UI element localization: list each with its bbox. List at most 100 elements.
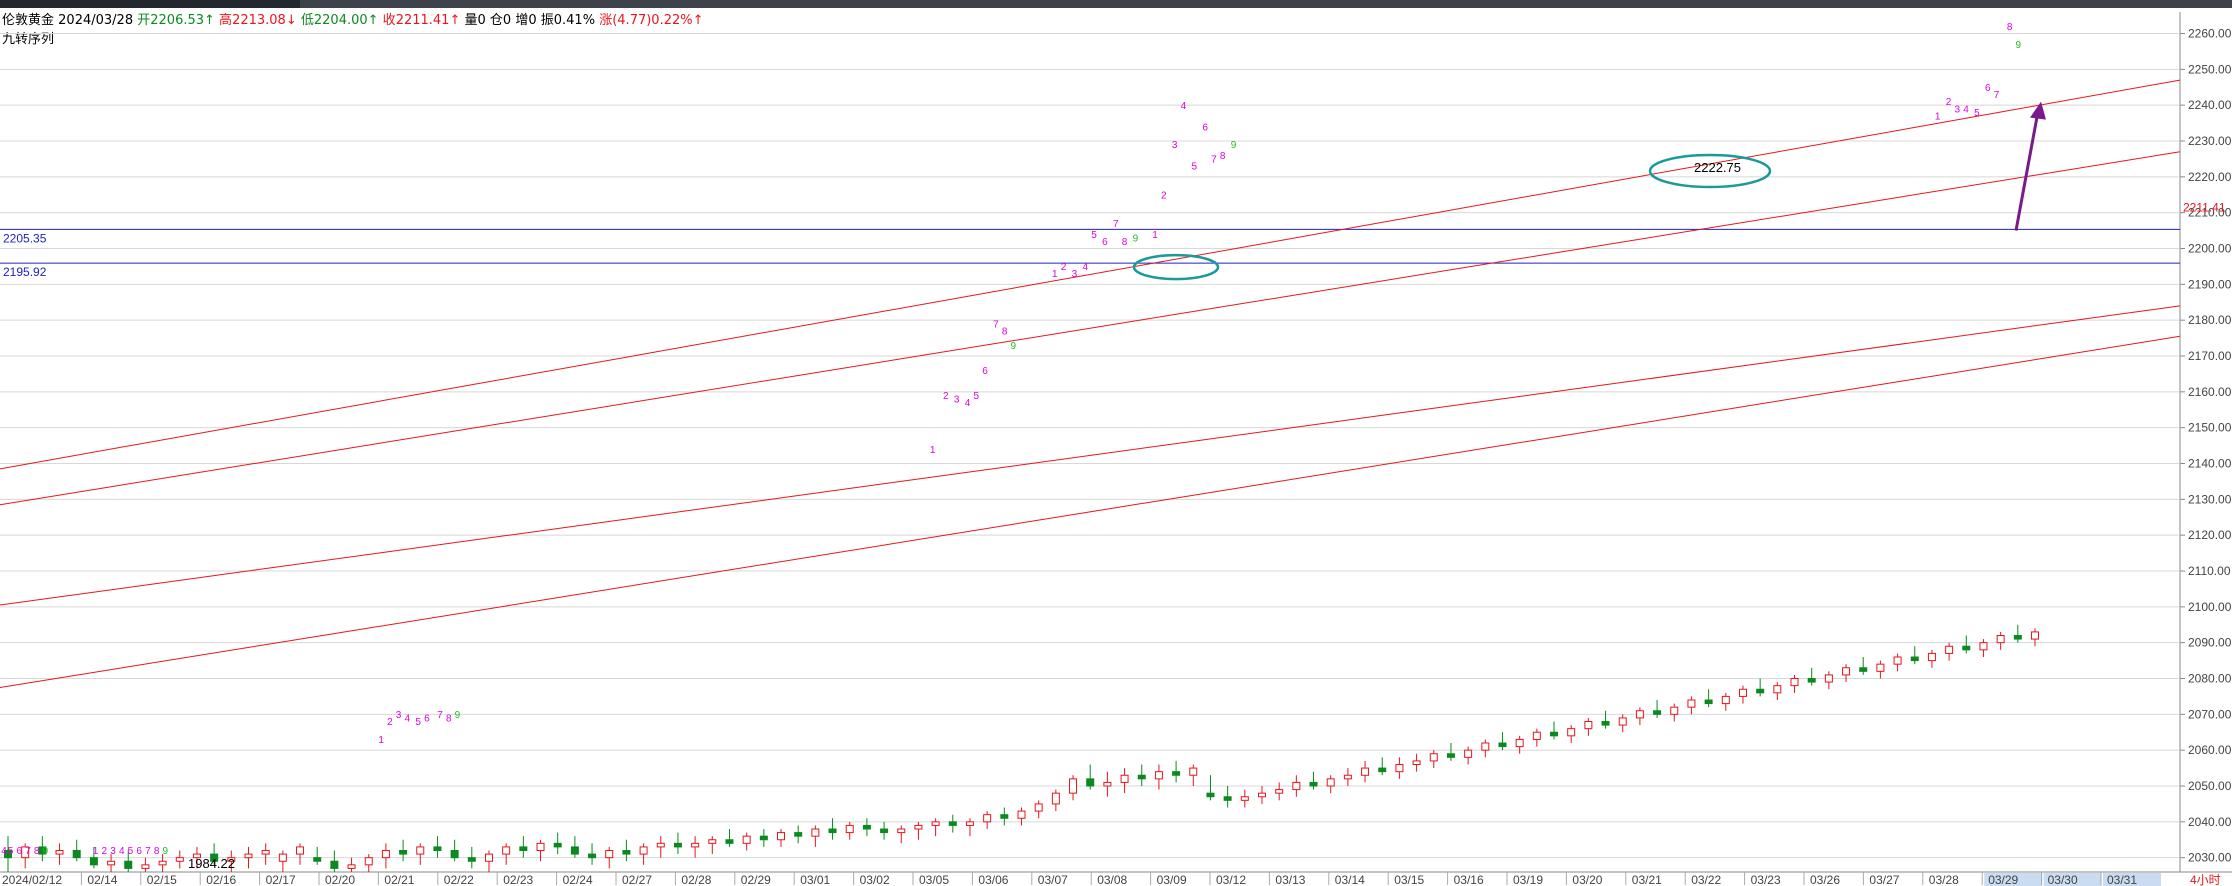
x-tick-label: 03/26 bbox=[1810, 873, 1840, 886]
td-sequence-label: 6 bbox=[424, 714, 430, 725]
td-sequence-label: 9 bbox=[2016, 40, 2022, 51]
candle-body bbox=[1429, 753, 1438, 762]
candle-body bbox=[1859, 667, 1868, 672]
candle-body bbox=[296, 846, 305, 855]
td-sequence-label: 6 bbox=[1102, 237, 1108, 248]
candle-body bbox=[983, 814, 992, 823]
candle-body bbox=[244, 853, 253, 859]
candle-body bbox=[1000, 814, 1009, 819]
candle-body bbox=[673, 842, 682, 848]
y-tick-label: 2190.00 bbox=[2188, 277, 2232, 291]
td-sequence-label: 1 bbox=[1935, 112, 1941, 123]
x-tick-label: 03/06 bbox=[978, 873, 1008, 886]
candle-body bbox=[656, 842, 665, 848]
x-tick-label: 03/09 bbox=[1157, 873, 1187, 886]
candle-body bbox=[622, 850, 631, 855]
td-sequence-label: 8 bbox=[1122, 237, 1128, 248]
y-tick-label: 2050.00 bbox=[2188, 779, 2232, 793]
td-sequence-label: 4 bbox=[405, 714, 411, 725]
td-sequence-label: 8 bbox=[154, 846, 160, 857]
trend-line bbox=[0, 335, 2181, 688]
td-sequence-label: 4 bbox=[1, 846, 7, 857]
candle-body bbox=[364, 857, 373, 866]
y-tick-label: 2120.00 bbox=[2188, 528, 2232, 542]
candle-body bbox=[828, 828, 837, 834]
x-tick-label: 02/23 bbox=[503, 873, 533, 886]
td-sequence-label: 3 bbox=[1072, 269, 1078, 280]
x-tick-label: 03/13 bbox=[1275, 873, 1305, 886]
td-sequence-label: 4 bbox=[1963, 104, 1969, 115]
td-sequence-label: 5 bbox=[8, 846, 14, 857]
td-sequence-label: 7 bbox=[1211, 155, 1217, 166]
candle-body bbox=[1343, 774, 1352, 780]
candle-body bbox=[1275, 789, 1284, 794]
price-chart[interactable]: 2260.002250.002240.002230.002220.002210.… bbox=[0, 0, 2232, 886]
x-tick-label: 03/21 bbox=[1632, 873, 1662, 886]
candle-body bbox=[1309, 781, 1318, 787]
candle-body bbox=[897, 828, 906, 834]
candle-body bbox=[72, 850, 81, 859]
candle-body bbox=[639, 846, 648, 855]
high-price-annotation: 2222.75 bbox=[1694, 160, 1741, 175]
td-sequence-label: 1 bbox=[1152, 230, 1158, 241]
candle-body bbox=[141, 864, 150, 869]
candle-body bbox=[313, 857, 322, 862]
candle-body bbox=[399, 850, 408, 855]
td-sequence-label: 3 bbox=[110, 846, 116, 857]
candle-body bbox=[759, 835, 768, 841]
y-tick-label: 2080.00 bbox=[2188, 672, 2232, 686]
trend-line bbox=[0, 79, 2181, 470]
support-level-label: 2195.92 bbox=[3, 265, 47, 279]
y-tick-label: 2170.00 bbox=[2188, 349, 2232, 363]
trend-line bbox=[0, 305, 2181, 606]
td-sequence-label: 6 bbox=[136, 846, 142, 857]
td-sequence-label: 8 bbox=[2007, 22, 2013, 33]
y-tick-label: 2260.00 bbox=[2188, 27, 2232, 41]
period-label: 4小时 bbox=[2190, 873, 2221, 886]
y-tick-label: 2230.00 bbox=[2188, 134, 2232, 148]
candle-body bbox=[519, 846, 528, 852]
td-sequence-label: 7 bbox=[437, 710, 443, 721]
y-tick-label: 2070.00 bbox=[2188, 707, 2232, 721]
td-sequence-label: 1 bbox=[930, 445, 936, 456]
candle-body bbox=[553, 842, 562, 848]
td-sequence-label: 1 bbox=[93, 846, 99, 857]
candle-body bbox=[1756, 688, 1765, 694]
x-tick-label: 03/19 bbox=[1513, 873, 1543, 886]
candle-body bbox=[1721, 695, 1730, 705]
candle-body bbox=[1893, 656, 1902, 665]
candle-body bbox=[588, 853, 597, 859]
td-sequence-label: 2 bbox=[387, 717, 393, 728]
x-tick-label: 03/20 bbox=[1572, 873, 1602, 886]
candle-body bbox=[794, 832, 803, 837]
x-tick-label: 03/14 bbox=[1335, 873, 1365, 886]
candle-body bbox=[725, 839, 734, 844]
candle-body bbox=[1206, 792, 1215, 798]
y-tick-label: 2180.00 bbox=[2188, 313, 2232, 327]
candle-body bbox=[1876, 663, 1885, 672]
td-sequence-label: 2 bbox=[943, 391, 949, 402]
td-sequence-label: 9 bbox=[43, 846, 49, 857]
candle-body bbox=[1962, 645, 1971, 651]
candle-body bbox=[1017, 810, 1026, 819]
candle-body bbox=[1807, 678, 1816, 683]
candle-body bbox=[1189, 767, 1198, 776]
td-sequence-label: 6 bbox=[16, 846, 22, 857]
td-sequence-label: 6 bbox=[1985, 83, 1991, 94]
candle-body bbox=[777, 832, 786, 841]
y-tick-label: 2140.00 bbox=[2188, 457, 2232, 471]
td-sequence-label: 9 bbox=[163, 846, 169, 857]
td-sequence-label: 3 bbox=[396, 710, 402, 721]
candle-body bbox=[536, 842, 545, 851]
candle-body bbox=[1687, 699, 1696, 708]
td-sequence-label: 8 bbox=[1220, 151, 1226, 162]
candle-body bbox=[1550, 731, 1559, 737]
candle-body bbox=[742, 835, 751, 844]
candle-body bbox=[1154, 771, 1163, 780]
candle-body bbox=[381, 850, 390, 859]
candle-body bbox=[89, 857, 98, 866]
candle-body bbox=[1910, 656, 1919, 662]
x-tick-label: 02/17 bbox=[266, 873, 296, 886]
td-sequence-label: 4 bbox=[119, 846, 125, 857]
td-sequence-label: 7 bbox=[1113, 219, 1119, 230]
